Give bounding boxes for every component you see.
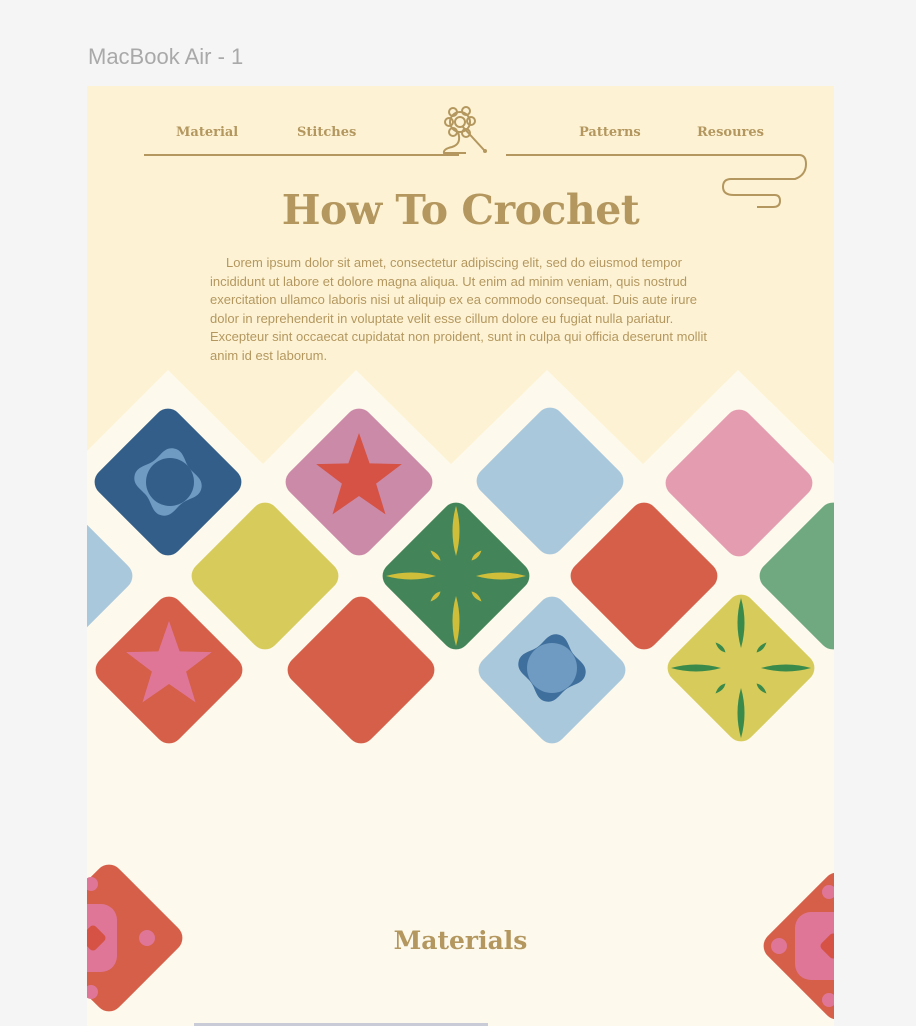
granny-square-grid <box>87 407 834 1020</box>
page-artboard: Material Stitches Patterns Resoures How … <box>87 86 834 1026</box>
frame-label: MacBook Air - 1 <box>88 44 244 69</box>
materials-heading: Materials <box>393 926 528 955</box>
granny-square-navy-flower <box>94 408 242 556</box>
